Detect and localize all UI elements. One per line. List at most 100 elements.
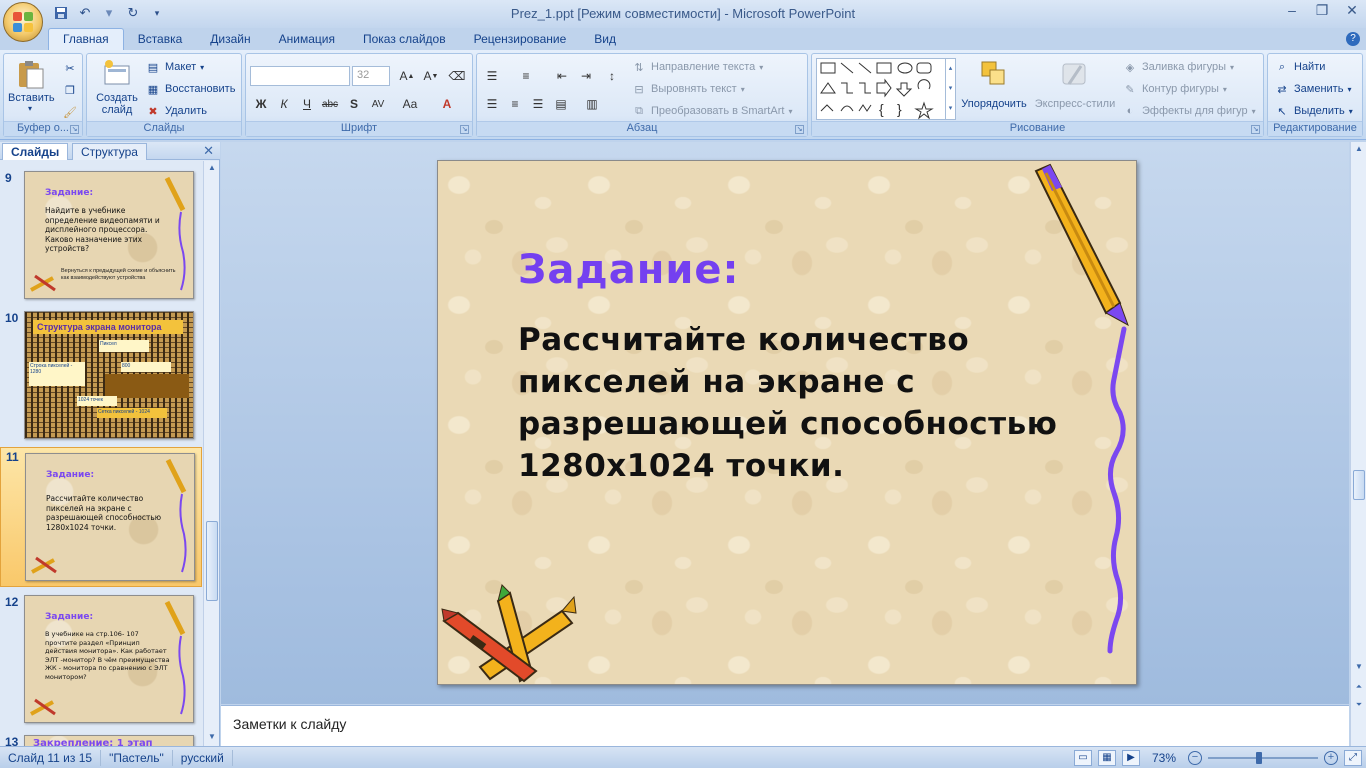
align-left-button[interactable]: ☰: [481, 94, 503, 114]
next-slide-icon[interactable]: ⏷: [1353, 700, 1365, 712]
dialog-launcher-icon[interactable]: ↘: [70, 125, 79, 134]
cut-button[interactable]: ✂: [62, 58, 78, 78]
numbering-button[interactable]: ≡: [515, 66, 537, 86]
slide-title[interactable]: Задание:: [518, 247, 740, 293]
align-center-button[interactable]: ≡: [504, 94, 526, 114]
scroll-down-icon[interactable]: ▼: [206, 732, 218, 744]
replace-button[interactable]: ⇄ Заменить ▾: [1274, 79, 1351, 99]
shrink-font-button[interactable]: A ▼: [420, 66, 442, 86]
line-spacing-button[interactable]: ↕: [601, 66, 623, 86]
close-icon[interactable]: ✕: [1344, 2, 1360, 19]
tab-view[interactable]: Вид: [580, 29, 630, 50]
char-spacing-button[interactable]: AV: [367, 94, 389, 114]
gallery-scroll[interactable]: ▴ ▾ ▾: [945, 59, 955, 119]
shape-fill-button[interactable]: ◈ Заливка фигуры ▾: [1122, 57, 1234, 77]
shadow-button[interactable]: S: [343, 94, 365, 114]
thumbnails-scrollbar[interactable]: ▲ ▼: [203, 161, 219, 746]
strikethrough-button[interactable]: abc: [319, 94, 341, 114]
tab-design[interactable]: Дизайн: [196, 29, 264, 50]
zoom-out-icon[interactable]: −: [1188, 751, 1202, 765]
fit-to-window-button[interactable]: ⤢: [1344, 750, 1362, 766]
tab-slideshow[interactable]: Показ слайдов: [349, 29, 460, 50]
grow-font-button[interactable]: A ▲: [396, 66, 418, 86]
slide-scrollbar[interactable]: ▲ ▼ ⏶ ⏷: [1350, 142, 1366, 746]
help-icon[interactable]: ?: [1346, 32, 1360, 46]
change-case-button[interactable]: Aa: [399, 94, 421, 114]
select-button[interactable]: ↖ Выделить ▾: [1274, 101, 1352, 121]
tab-review[interactable]: Рецензирование: [460, 29, 581, 50]
reset-button[interactable]: ▦ Восстановить: [145, 79, 236, 99]
scroll-thumb[interactable]: [1353, 470, 1365, 500]
close-icon[interactable]: ✕: [203, 143, 214, 159]
scroll-up-icon[interactable]: ▲: [206, 163, 218, 175]
zoom-slider-knob[interactable]: [1256, 752, 1262, 764]
tab-slides[interactable]: Слайды: [2, 143, 69, 160]
clear-formatting-button[interactable]: ⌫: [446, 66, 468, 86]
tab-outline[interactable]: Структура: [72, 143, 147, 160]
slide-body-text[interactable]: Рассчитайте количество пикселей на экран…: [518, 319, 1058, 487]
format-painter-button[interactable]: 🖌: [62, 102, 78, 122]
notes-pane[interactable]: Заметки к слайду: [221, 705, 1349, 746]
thumbnail-row-selected[interactable]: 11 Задание: Рассчитайте количество пиксе…: [0, 447, 202, 587]
text-direction-button[interactable]: ⇅ Направление текста ▾: [631, 57, 763, 77]
thumbnail-row[interactable]: 9 Задание: Найдите в учебнике определени…: [0, 169, 202, 301]
dialog-launcher-icon[interactable]: ↘: [795, 125, 804, 134]
slide-thumbnail[interactable]: Задание: Рассчитайте количество пикселей…: [25, 453, 195, 581]
convert-smartart-button[interactable]: ⧉ Преобразовать в SmartArt ▾: [631, 101, 792, 121]
layout-button[interactable]: ▤ Макет ▾: [145, 57, 204, 77]
bullets-button[interactable]: ☰: [481, 66, 503, 86]
thumbnail-row[interactable]: 10 Структура экрана монитора Пиксел Стро…: [0, 309, 202, 441]
tab-home[interactable]: Главная: [48, 28, 124, 50]
paste-button[interactable]: Вставить ▾: [8, 58, 55, 113]
align-right-button[interactable]: ☰: [527, 94, 549, 114]
dialog-launcher-icon[interactable]: ↘: [460, 125, 469, 134]
arrange-button[interactable]: Упорядочить: [958, 58, 1030, 110]
increase-indent-button[interactable]: ⇥: [575, 66, 597, 86]
scroll-down-icon[interactable]: ▼: [1353, 662, 1365, 674]
scroll-thumb[interactable]: [206, 521, 218, 601]
restore-icon[interactable]: ❐: [1314, 2, 1330, 19]
font-group-label: Шрифт: [246, 121, 472, 136]
underline-button[interactable]: Ч: [296, 94, 318, 114]
shape-effects-button[interactable]: ◐ Эффекты для фигур ▾: [1122, 101, 1256, 121]
tab-animation[interactable]: Анимация: [265, 29, 349, 50]
slideshow-button[interactable]: ▶: [1122, 750, 1140, 766]
slide-thumbnail[interactable]: Задание: В учебнике на стр.106- 107 проч…: [24, 595, 194, 723]
drawing-group: { } ▴ ▾ ▾ Упорядочить Экспресс-стили ◈ Зали…: [811, 53, 1264, 137]
previous-slide-icon[interactable]: ⏶: [1353, 682, 1365, 694]
language[interactable]: русский: [173, 749, 233, 766]
thumbnail-row[interactable]: 13 Закрепление: 1 этап: [0, 733, 202, 746]
decrease-indent-button[interactable]: ⇤: [551, 66, 573, 86]
tab-insert[interactable]: Вставка: [124, 29, 197, 50]
zoom-slider[interactable]: [1208, 750, 1318, 766]
thumbnail-row[interactable]: 12 Задание: В учебнике на стр.106- 107 п…: [0, 593, 202, 725]
font-color-button[interactable]: A: [436, 94, 458, 114]
columns-button[interactable]: ▥: [581, 94, 603, 114]
bold-button[interactable]: Ж: [250, 94, 272, 114]
scroll-up-icon[interactable]: ▲: [1353, 144, 1365, 156]
delete-slide-button[interactable]: ✖ Удалить: [145, 101, 207, 121]
slide-thumbnail[interactable]: Закрепление: 1 этап: [24, 735, 194, 746]
justify-button[interactable]: ▤: [550, 94, 572, 114]
copy-button[interactable]: ❐: [62, 80, 78, 100]
notes-placeholder[interactable]: Заметки к слайду: [233, 716, 346, 732]
office-button[interactable]: [3, 2, 43, 42]
shapes-gallery[interactable]: { } ▴ ▾ ▾: [816, 58, 956, 120]
font-name-input[interactable]: [250, 66, 350, 86]
minimize-icon[interactable]: –: [1284, 2, 1300, 19]
shape-outline-button[interactable]: ✎ Контур фигуры ▾: [1122, 79, 1227, 99]
slide-sorter-button[interactable]: ▦: [1098, 750, 1116, 766]
zoom-level[interactable]: 73%: [1146, 751, 1182, 765]
quick-styles-button[interactable]: Экспресс-стили: [1034, 58, 1116, 110]
font-size-input[interactable]: 32: [352, 66, 390, 86]
find-button[interactable]: ⌕ Найти: [1274, 57, 1325, 77]
current-slide[interactable]: Задание: Рассчитайте количество пикселей…: [437, 160, 1137, 685]
italic-button[interactable]: К: [273, 94, 295, 114]
dialog-launcher-icon[interactable]: ↘: [1251, 125, 1260, 134]
normal-view-button[interactable]: ▭: [1074, 750, 1092, 766]
new-slide-button[interactable]: Создать слайд: [91, 58, 143, 116]
slide-thumbnail[interactable]: Задание: Найдите в учебнике определение …: [24, 171, 194, 299]
zoom-in-icon[interactable]: +: [1324, 751, 1338, 765]
slide-thumbnail[interactable]: Структура экрана монитора Пиксел Строка …: [24, 311, 194, 439]
align-text-button[interactable]: ⊟ Выровнять текст ▾: [631, 79, 744, 99]
